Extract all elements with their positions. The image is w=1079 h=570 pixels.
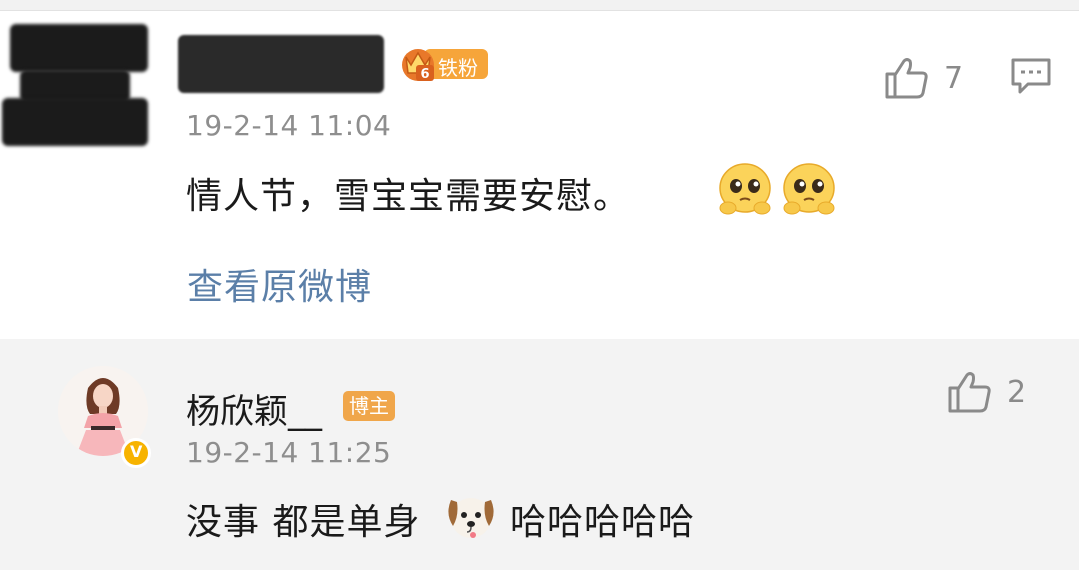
like-button[interactable]: 2 (947, 370, 1026, 414)
redacted-username[interactable] (178, 35, 384, 93)
dog-face-emoji (448, 498, 494, 538)
reply-text-part1: 没事 都是单身 (186, 502, 421, 543)
comment-timestamp: 19-2-14 11:04 (186, 109, 392, 142)
like-count: 7 (944, 60, 964, 96)
top-divider (0, 0, 1079, 11)
reply-text-part2: 哈哈哈哈哈 (510, 502, 696, 543)
reply-comment-icon[interactable] (1010, 57, 1052, 97)
thumbs-up-icon (948, 372, 991, 413)
verified-v-icon: V (121, 438, 151, 468)
fan-badge-label: 铁粉 (438, 56, 478, 80)
svg-text:6: 6 (420, 67, 429, 82)
crown-icon: 6 (402, 49, 434, 82)
blogger-badge: 博主 (343, 391, 395, 421)
reply-timestamp: 19-2-14 11:25 (186, 436, 392, 469)
like-count: 2 (1007, 374, 1027, 410)
reply-username[interactable]: 杨欣颖__ (186, 384, 322, 433)
fan-badge[interactable]: 铁粉 6 (398, 43, 490, 83)
pleading-face-emoji (719, 163, 771, 215)
thumbs-up-icon (885, 58, 928, 99)
like-button[interactable]: 7 (884, 56, 963, 100)
view-original-weibo-link[interactable]: 查看原微博 (187, 258, 372, 310)
pleading-face-emoji (783, 163, 835, 215)
comment-text: 情人节，雪宝宝需要安慰。 (186, 176, 631, 217)
